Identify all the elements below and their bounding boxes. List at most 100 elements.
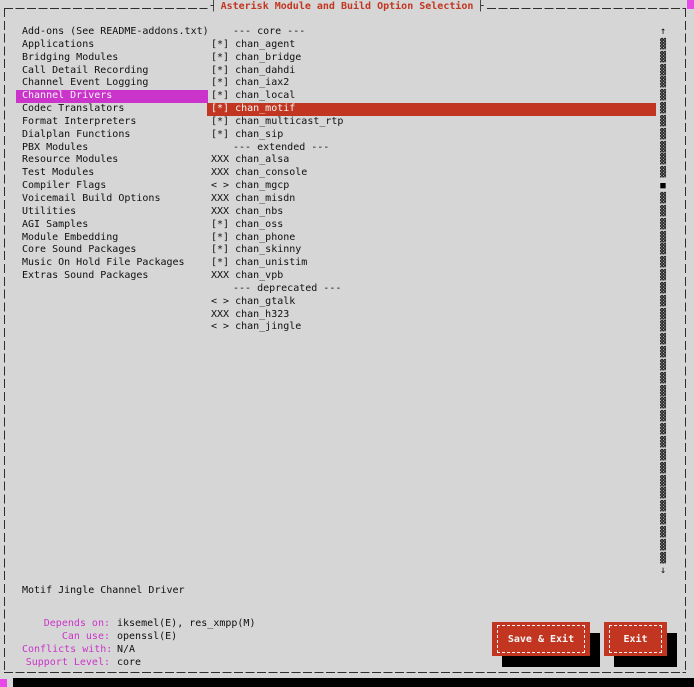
scrollbar-track-glyph: ▓ (656, 463, 670, 476)
category-item[interactable]: Call Detail Recording (16, 65, 208, 78)
scrollbar-track-glyph: ▓ (656, 219, 670, 232)
module-item[interactable]: [*] chan_phone (207, 232, 656, 245)
module-item[interactable]: [*] chan_skinny (207, 244, 656, 257)
save-exit-button[interactable]: Save & Exit (492, 622, 590, 656)
category-item[interactable]: Resource Modules (16, 154, 208, 167)
module-item[interactable]: [*] chan_bridge (207, 52, 656, 65)
module-item[interactable]: XXX chan_vpb (207, 270, 656, 283)
description-field-value: openssl(E) (117, 631, 177, 642)
module-item[interactable]: [*] chan_dahdi (207, 65, 656, 78)
scrollbar-track-glyph: ▓ (656, 334, 670, 347)
module-item[interactable]: XXX chan_alsa (207, 154, 656, 167)
module-item[interactable]: < > chan_mgcp (207, 180, 656, 193)
module-description: Motif Jingle Channel Driver (22, 584, 185, 597)
category-item[interactable]: Channel Drivers (16, 90, 208, 103)
category-item[interactable]: Extras Sound Packages (16, 270, 208, 283)
scrollbar-track-glyph: ▓ (656, 154, 670, 167)
category-item[interactable]: Test Modules (16, 167, 208, 180)
module-item[interactable]: XXX chan_console (207, 167, 656, 180)
exit-button[interactable]: Exit (604, 622, 667, 656)
scrollbar-track-glyph: ▓ (656, 103, 670, 116)
description-field: Conflicts with:N/A (22, 643, 255, 656)
scrollbar-track-glyph: ▓ (656, 167, 670, 180)
category-item[interactable]: Dialplan Functions (16, 129, 208, 142)
scrollbar-track-glyph: ▓ (656, 257, 670, 270)
scrollbar-track-glyph: ▓ (656, 540, 670, 553)
scrollbar-up-arrow-icon[interactable]: ↑ (656, 26, 670, 39)
scrollbar-track-glyph: ▓ (656, 424, 670, 437)
scrollbar[interactable]: ↑▓▓▓▓▓▓▓▓▓▓▓■▓▓▓▓▓▓▓▓▓▓▓▓▓▓▓▓▓▓▓▓▓▓▓▓▓▓▓… (656, 26, 670, 578)
scrollbar-track-glyph: ▓ (656, 360, 670, 373)
module-item[interactable]: [*] chan_motif (207, 103, 656, 116)
scrollbar-track-glyph: ▓ (656, 437, 670, 450)
scrollbar-track-glyph: ▓ (656, 309, 670, 322)
category-item[interactable]: Codec Translators (16, 103, 208, 116)
description-field: Can use: openssl(E) (22, 630, 255, 643)
category-item[interactable]: AGI Samples (16, 219, 208, 232)
module-item[interactable]: XXX chan_misdn (207, 193, 656, 206)
scrollbar-track-glyph: ▓ (656, 347, 670, 360)
module-item[interactable]: XXX chan_h323 (207, 309, 656, 322)
description-field-value: core (117, 657, 141, 668)
category-item[interactable]: Channel Event Logging (16, 77, 208, 90)
scrollbar-down-arrow-icon[interactable]: ↓ (656, 565, 670, 578)
description-field: Support Level:core (22, 656, 255, 669)
description-field-label: Depends on: (22, 617, 110, 630)
dialog-title-bar: ┤Asterisk Module and Build Option Select… (208, 1, 487, 13)
module-item[interactable]: [*] chan_iax2 (207, 77, 656, 90)
module-item[interactable]: [*] chan_unistim (207, 257, 656, 270)
scrollbar-track-glyph: ▓ (656, 476, 670, 489)
dialog-border-right (685, 8, 686, 672)
scrollbar-thumb[interactable]: ■ (656, 180, 670, 193)
scrollbar-track-glyph: ▓ (656, 450, 670, 463)
scrollbar-track-glyph: ▓ (656, 116, 670, 129)
category-item[interactable]: Module Embedding (16, 232, 208, 245)
category-item[interactable]: Voicemail Build Options (16, 193, 208, 206)
category-item[interactable]: Core Sound Packages (16, 244, 208, 257)
scrollbar-track-glyph: ▓ (656, 411, 670, 424)
scrollbar-track-glyph: ▓ (656, 553, 670, 566)
scrollbar-track-glyph: ▓ (656, 283, 670, 296)
dialog-border-left (4, 8, 5, 672)
module-item[interactable]: < > chan_jingle (207, 321, 656, 334)
scrollbar-track-glyph: ▓ (656, 386, 670, 399)
scrollbar-track-glyph: ▓ (656, 527, 670, 540)
scrollbar-track-glyph: ▓ (656, 244, 670, 257)
category-item[interactable]: Bridging Modules (16, 52, 208, 65)
scrollbar-track-glyph: ▓ (656, 501, 670, 514)
module-item[interactable]: [*] chan_agent (207, 39, 656, 52)
scrollbar-track-glyph: ▓ (656, 488, 670, 501)
description-field: Depends on: iksemel(E), res_xmpp(M) (22, 617, 255, 630)
module-item[interactable]: [*] chan_oss (207, 219, 656, 232)
description-field-value: iksemel(E), res_xmpp(M) (117, 618, 255, 629)
corner-artifact-bottom-left (0, 679, 7, 687)
category-item[interactable]: Applications (16, 39, 208, 52)
category-item[interactable]: PBX Modules (16, 142, 208, 155)
dialog-drop-shadow (13, 678, 694, 687)
scrollbar-track-glyph: ▓ (656, 65, 670, 78)
module-item[interactable]: [*] chan_local (207, 90, 656, 103)
module-item[interactable]: [*] chan_sip (207, 129, 656, 142)
module-item[interactable]: < > chan_gtalk (207, 296, 656, 309)
category-item[interactable]: Format Interpreters (16, 116, 208, 129)
save-exit-button-label: Save & Exit (497, 625, 585, 653)
category-item[interactable]: Utilities (16, 206, 208, 219)
scrollbar-track-glyph: ▓ (656, 129, 670, 142)
scrollbar-track-glyph: ▓ (656, 398, 670, 411)
category-item[interactable]: Add-ons (See README-addons.txt) (16, 26, 208, 39)
section-header: --- core --- (207, 26, 656, 39)
exit-button-label: Exit (609, 625, 662, 653)
scrollbar-track-glyph: ▓ (656, 296, 670, 309)
scrollbar-track-glyph: ▓ (656, 321, 670, 334)
title-right-cap: ├ (477, 1, 483, 12)
category-item[interactable]: Music On Hold File Packages (16, 257, 208, 270)
scrollbar-track-glyph: ▓ (656, 142, 670, 155)
scrollbar-track-glyph: ▓ (656, 90, 670, 103)
category-item[interactable]: Compiler Flags (16, 180, 208, 193)
module-item[interactable]: [*] chan_multicast_rtp (207, 116, 656, 129)
module-description-fields: Depends on:iksemel(E), res_xmpp(M)Can us… (22, 617, 255, 669)
module-item[interactable]: XXX chan_nbs (207, 206, 656, 219)
description-field-label: Conflicts with: (22, 643, 110, 656)
description-field-label: Can use: (22, 630, 110, 643)
scrollbar-track-glyph: ▓ (656, 206, 670, 219)
